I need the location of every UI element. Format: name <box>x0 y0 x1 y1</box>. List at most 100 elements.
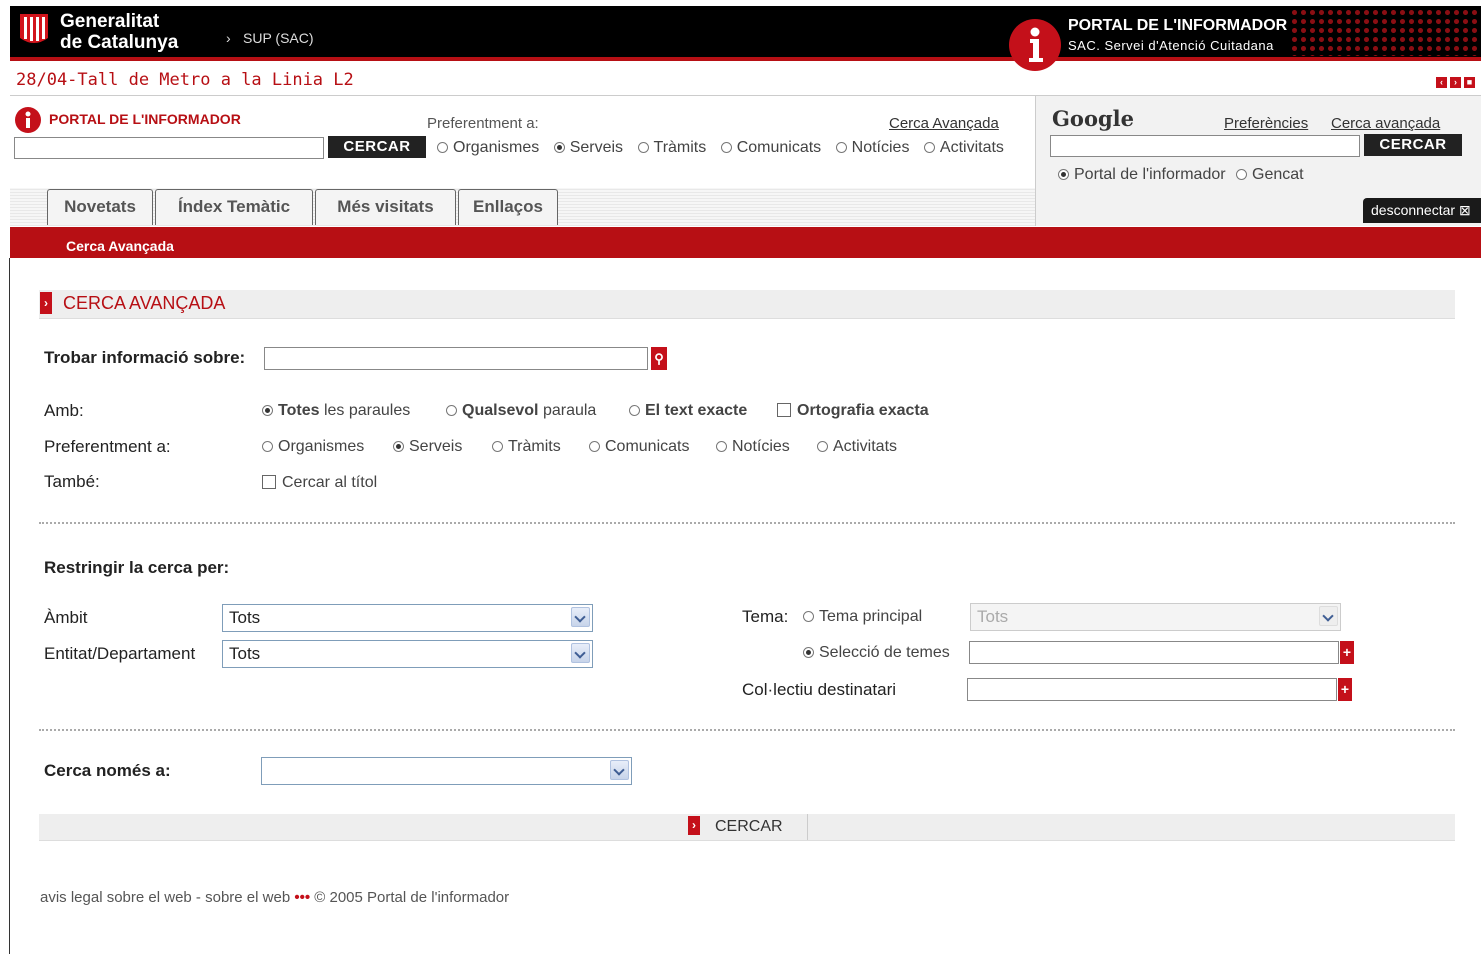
radio-icon[interactable] <box>262 441 273 452</box>
radio-icon[interactable] <box>817 441 828 452</box>
radio-icon[interactable] <box>492 441 503 452</box>
only-select[interactable] <box>261 757 632 785</box>
add-tema-icon[interactable]: + <box>1340 641 1354 664</box>
google-scope-portal[interactable]: Portal de l'informador <box>1058 166 1226 183</box>
form-pref-tramits[interactable]: Tràmits <box>492 438 561 456</box>
radio-icon[interactable] <box>262 405 273 416</box>
footer-legal-link[interactable]: avis legal sobre el web <box>40 889 192 906</box>
logo-line1: Generalitat <box>60 11 160 32</box>
find-input[interactable] <box>264 347 648 370</box>
google-prefs-link[interactable]: Preferències <box>1224 115 1308 132</box>
google-search-input[interactable] <box>1050 135 1360 157</box>
disconnect-button[interactable]: desconnectar ⊠ <box>1363 198 1481 223</box>
ticker-next-icon[interactable]: › <box>1450 77 1461 88</box>
tab-novetats[interactable]: Novetats <box>47 189 153 225</box>
chevron-down-icon[interactable] <box>1319 606 1338 626</box>
portal-subtitle: SAC. Servei d'Atenció Cuitadana <box>1068 38 1274 53</box>
form-pref-noticies[interactable]: Notícies <box>716 438 790 456</box>
search-pref-label: Preferentment a: <box>427 115 539 132</box>
ortografia-checkbox[interactable]: Ortografia exacta <box>777 402 929 420</box>
section-title: CERCA AVANÇADA <box>63 293 226 313</box>
find-label: Trobar informació sobre: <box>44 348 246 367</box>
pref-option-noticies[interactable]: Notícies <box>835 139 909 156</box>
entitat-select[interactable]: Tots <box>222 640 593 668</box>
form-pref-comunicats[interactable]: Comunicats <box>589 438 689 456</box>
add-collectiu-icon[interactable]: + <box>1338 678 1352 701</box>
ticker-controls: ‹ › ■ <box>1436 77 1475 88</box>
info-badge-icon <box>1008 18 1062 72</box>
restrict-label: Restringir la cerca per: <box>44 558 230 577</box>
advanced-search-link[interactable]: Cerca Avançada <box>889 115 999 132</box>
breadcrumb[interactable]: Cerca Avançada <box>66 238 174 254</box>
left-border <box>9 258 10 954</box>
section-arrow-icon: › <box>40 292 52 314</box>
tambe-label: També: <box>44 472 100 491</box>
radio-icon[interactable] <box>1058 169 1069 180</box>
news-ticker[interactable]: 28/04-Tall de Metro a la Linia L2 <box>16 70 354 90</box>
checkbox-icon[interactable] <box>262 475 276 489</box>
ticker-stop-icon[interactable]: ■ <box>1464 77 1475 88</box>
tema-label: Tema: <box>742 607 789 626</box>
ambit-label: Àmbit <box>44 608 88 627</box>
pref-option-organismes[interactable]: Organismes <box>437 139 539 156</box>
form-pref-serveis[interactable]: Serveis <box>393 438 462 456</box>
ticker-prev-icon[interactable]: ‹ <box>1436 77 1447 88</box>
chevron-down-icon[interactable] <box>571 643 590 663</box>
footer: avis legal sobre el web - sobre el web •… <box>40 889 509 906</box>
crumb-arrow-icon: › <box>226 30 231 46</box>
google-advanced-link[interactable]: Cerca avançada <box>1331 115 1440 132</box>
pref-option-serveis[interactable]: Serveis <box>553 139 623 156</box>
radio-icon[interactable] <box>437 142 448 153</box>
amb-option-exact[interactable]: El text exacte <box>629 402 747 420</box>
chevron-down-icon[interactable] <box>571 607 590 627</box>
collectiu-input[interactable] <box>967 678 1337 701</box>
tema-seleccio-option[interactable]: Selecció de temes <box>803 644 950 662</box>
tema-select[interactable]: Tots <box>970 603 1341 631</box>
title-search-checkbox[interactable]: Cercar al títol <box>262 474 377 492</box>
section-title-bar <box>39 290 1455 319</box>
portal-search-button[interactable]: CERCAR <box>328 136 426 158</box>
radio-icon[interactable] <box>637 142 649 153</box>
pref-option-tramits[interactable]: Tràmits <box>637 139 706 156</box>
tab-mes-visitats[interactable]: Més visitats <box>315 189 456 225</box>
footer-copyright: © 2005 Portal de l'informador <box>314 889 510 906</box>
submit-label: CERCAR <box>715 818 783 835</box>
chevron-down-icon[interactable] <box>610 760 629 780</box>
radio-icon[interactable] <box>629 405 640 416</box>
radio-icon[interactable] <box>923 142 935 153</box>
amb-option-qualsevol[interactable]: Qualsevol paraula <box>446 402 596 420</box>
radio-icon[interactable] <box>803 611 814 622</box>
portal-search-input[interactable] <box>14 137 324 159</box>
radio-icon[interactable] <box>589 441 600 452</box>
radio-icon[interactable] <box>720 142 732 153</box>
checkbox-icon[interactable] <box>777 403 791 417</box>
tab-enllacos[interactable]: Enllaços <box>458 189 558 225</box>
radio-icon[interactable] <box>835 142 847 153</box>
google-scope-gencat[interactable]: Gencat <box>1236 166 1304 183</box>
submit-button[interactable]: › CERCAR <box>687 814 808 840</box>
ambit-select[interactable]: Tots <box>222 604 593 632</box>
header-crumb[interactable]: SUP (SAC) <box>243 30 314 46</box>
tema-seleccio-input[interactable] <box>969 641 1339 664</box>
tema-principal-option[interactable]: Tema principal <box>803 608 922 626</box>
radio-icon[interactable] <box>803 647 814 658</box>
radio-icon[interactable] <box>553 142 565 153</box>
radio-icon[interactable] <box>1236 169 1248 180</box>
amb-option-totes[interactable]: Totes les paraules <box>262 402 410 420</box>
pref-option-activitats[interactable]: Activitats <box>923 139 1004 156</box>
radio-icon[interactable] <box>393 441 404 452</box>
breadcrumb-bar <box>10 227 1481 258</box>
info-small-icon <box>14 106 42 134</box>
tab-index-tematic[interactable]: Índex Temàtic <box>155 189 313 225</box>
pref-option-comunicats[interactable]: Comunicats <box>720 139 821 156</box>
keyboard-help-icon[interactable]: ⚲ <box>651 347 667 370</box>
generalitat-logo-icon[interactable] <box>18 12 50 48</box>
form-pref-activitats[interactable]: Activitats <box>817 438 897 456</box>
radio-icon[interactable] <box>446 405 457 416</box>
form-pref-organismes[interactable]: Organismes <box>262 438 364 456</box>
search-brand: PORTAL DE L'INFORMADOR <box>49 111 241 127</box>
google-scope-options: Portal de l'informador Gencat <box>1058 166 1304 184</box>
google-search-button[interactable]: CERCAR <box>1364 134 1462 156</box>
footer-about-link[interactable]: sobre el web <box>205 889 290 906</box>
radio-icon[interactable] <box>716 441 727 452</box>
